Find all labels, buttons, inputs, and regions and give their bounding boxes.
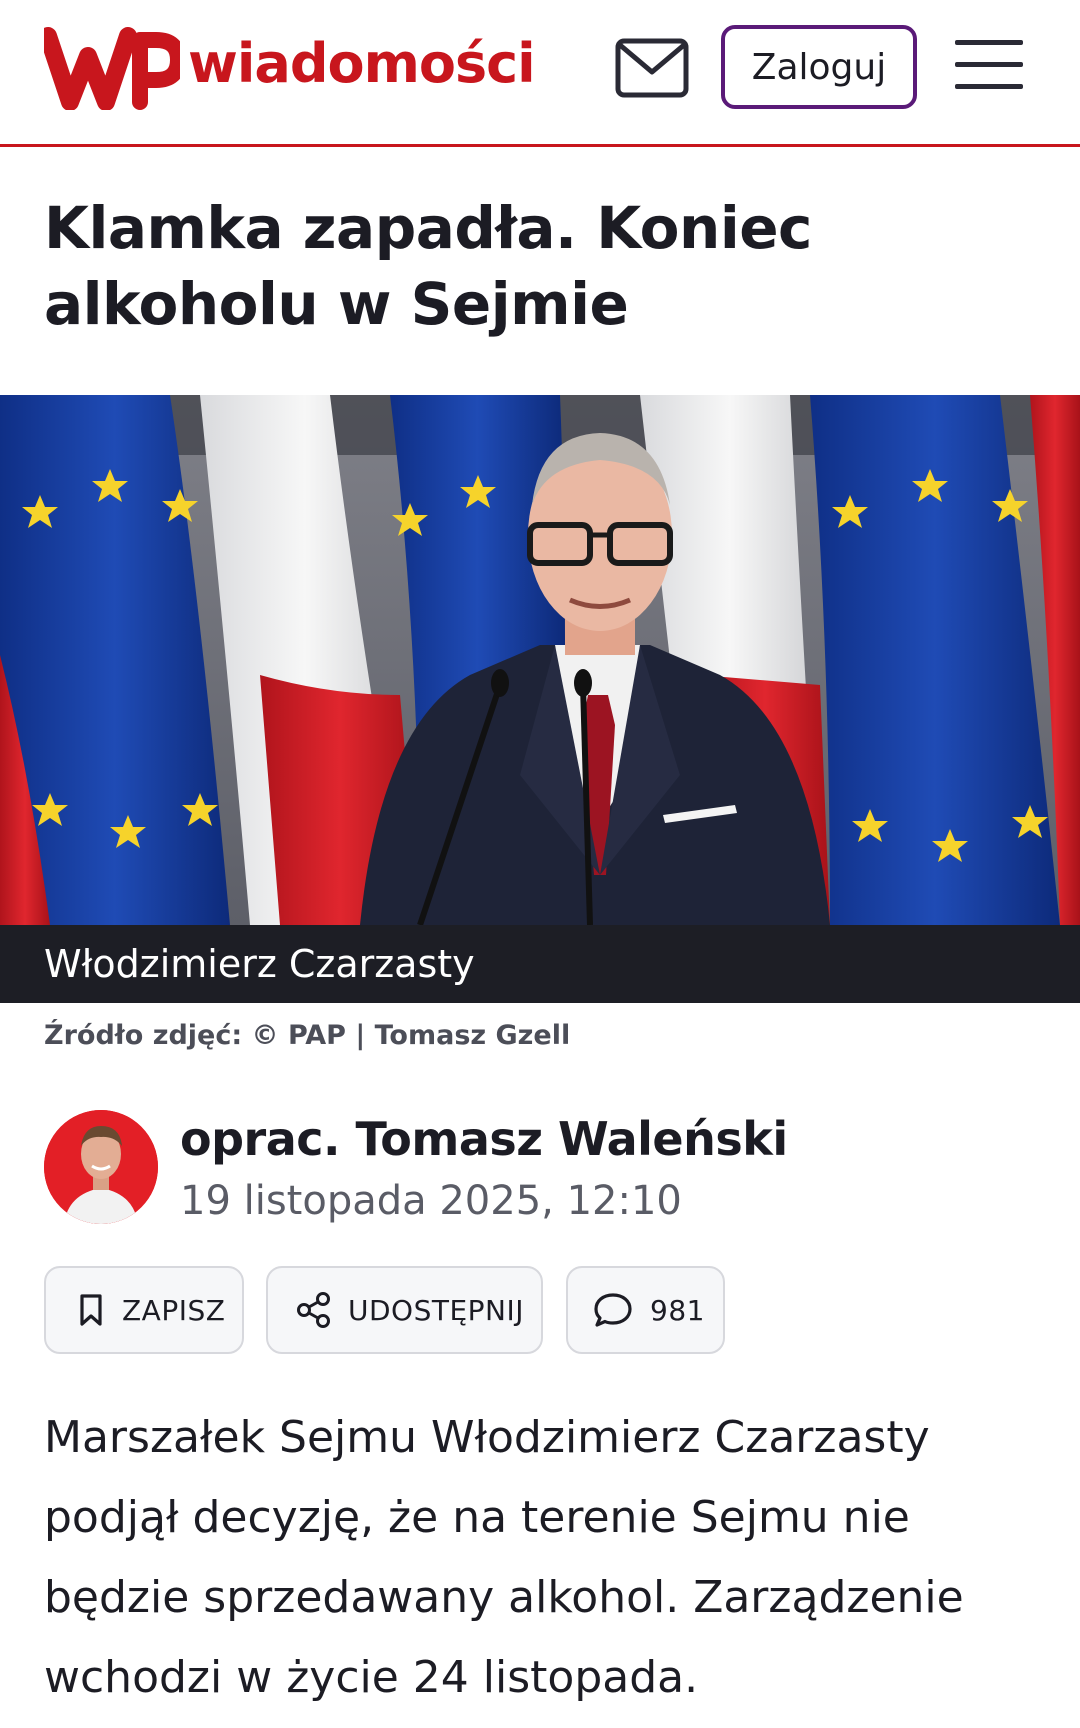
hamburger-menu-icon[interactable] (955, 38, 1025, 98)
bookmark-icon (74, 1290, 108, 1330)
author-name[interactable]: oprac. Tomasz Waleński (180, 1112, 788, 1166)
image-source: Źródło zdjęć: © PAP | Tomasz Gzell (44, 1020, 571, 1051)
wp-logo-icon (44, 27, 180, 110)
article-title: Klamka zapadła. Koniec alkoholu w Sejmie (44, 194, 812, 338)
save-label: ZAPISZ (122, 1293, 226, 1327)
site-logo[interactable]: wiadomości (44, 26, 536, 110)
share-icon (294, 1290, 334, 1330)
publish-date: 19 listopada 2025, 12:10 (180, 1178, 682, 1224)
image-caption: Włodzimierz Czarzasty (44, 942, 475, 986)
login-button[interactable]: Zaloguj (721, 25, 917, 109)
article-hero-image (0, 395, 1080, 925)
comment-bubble-icon (592, 1290, 634, 1330)
article-lead: Marszałek Sejmu Włodzimierz Czarzasty po… (44, 1412, 964, 1703)
comments-button[interactable]: 981 (566, 1266, 725, 1354)
site-section-name: wiadomości (188, 32, 536, 95)
save-button[interactable]: ZAPISZ (44, 1266, 244, 1354)
comments-count: 981 (650, 1293, 705, 1327)
share-button[interactable]: UDOSTĘPNIJ (266, 1266, 543, 1354)
author-avatar[interactable] (44, 1110, 158, 1224)
mail-button[interactable] (615, 38, 689, 98)
mail-icon (615, 38, 689, 98)
site-header: wiadomości Zaloguj (0, 0, 1080, 147)
image-caption-bar: Włodzimierz Czarzasty (0, 925, 1080, 1003)
share-label: UDOSTĘPNIJ (348, 1293, 525, 1327)
